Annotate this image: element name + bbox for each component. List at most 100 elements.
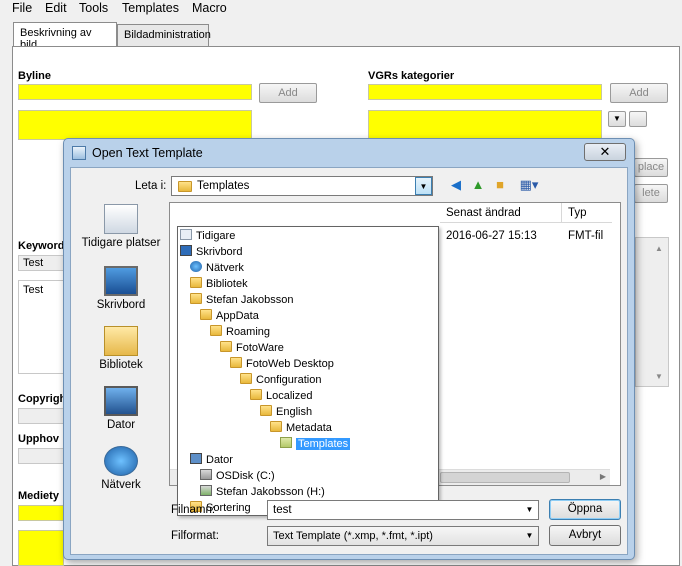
tree-item-appdata[interactable]: AppData xyxy=(200,308,259,324)
tree-label: FotoWare xyxy=(236,342,284,354)
replace-button[interactable]: place xyxy=(634,158,668,177)
filename-value[interactable]: test xyxy=(273,504,292,516)
chevron-down-icon[interactable]: ▼ xyxy=(521,527,538,545)
folder-icon xyxy=(220,341,232,352)
tree-label: Nätverk xyxy=(206,262,244,274)
menu-bar: File Edit Tools Templates Macro xyxy=(0,0,682,18)
copyright-input[interactable] xyxy=(18,408,64,424)
tree-item-fotoware[interactable]: FotoWare xyxy=(220,340,284,356)
mediety-label: Mediety xyxy=(18,490,59,502)
computer-icon xyxy=(190,453,202,464)
tree-item-libraries[interactable]: Bibliotek xyxy=(190,276,248,292)
place-label: Nätverk xyxy=(101,479,141,491)
tree-item-osdisk[interactable]: OSDisk (C:) xyxy=(200,468,275,484)
tree-item-network[interactable]: Nätverk xyxy=(190,260,244,276)
open-folder-icon xyxy=(280,437,292,448)
upphov-input[interactable] xyxy=(18,448,64,464)
vgr-doc-icon[interactable] xyxy=(629,111,647,127)
delete-button[interactable]: lete xyxy=(634,184,668,203)
tree-item-english[interactable]: English xyxy=(260,404,312,420)
folder-icon xyxy=(270,421,282,432)
cancel-button[interactable]: Avbryt xyxy=(549,525,621,546)
format-value: Text Template (*.xmp, *.fmt, *.ipt) xyxy=(273,530,433,542)
tree-item-metadata[interactable]: Metadata xyxy=(270,420,332,436)
menu-templates[interactable]: Templates xyxy=(122,1,179,15)
keyword-input[interactable]: Test xyxy=(18,255,64,271)
byline-list[interactable] xyxy=(18,110,252,140)
view-menu-icon[interactable]: ▦▾ xyxy=(515,176,543,194)
tree-item-network-drive[interactable]: Stefan Jakobsson (H:) xyxy=(200,484,325,500)
close-icon[interactable]: ✕ xyxy=(584,143,626,161)
right-list[interactable] xyxy=(635,237,669,387)
place-computer[interactable]: Dator xyxy=(79,386,163,431)
chevron-down-icon[interactable]: ▼ xyxy=(521,501,538,519)
copyright-label: Copyrigh xyxy=(18,393,67,405)
col-type[interactable]: Typ xyxy=(562,203,612,223)
look-in-combo[interactable]: Templates ▼ xyxy=(171,176,433,196)
recent-places-icon xyxy=(180,229,192,240)
hard-drive-icon xyxy=(200,469,212,480)
tree-label: OSDisk (C:) xyxy=(216,470,275,482)
vgr-label: VGRs kategorier xyxy=(368,70,455,82)
mediety-list[interactable] xyxy=(18,530,64,566)
open-button[interactable]: Öppna xyxy=(549,499,621,520)
tree-item-recent[interactable]: Tidigare xyxy=(180,228,235,244)
place-desktop[interactable]: Skrivbord xyxy=(79,266,163,311)
new-folder-icon[interactable]: ■ xyxy=(491,176,509,194)
menu-edit[interactable]: Edit xyxy=(45,1,67,15)
folder-icon xyxy=(210,325,222,336)
dialog-app-icon xyxy=(72,146,86,160)
tree-item-fotoweb-desktop[interactable]: FotoWeb Desktop xyxy=(230,356,334,372)
open-template-dialog: Open Text Template ✕ Leta i: Templates ▼… xyxy=(63,138,635,560)
menu-macro[interactable]: Macro xyxy=(192,1,227,15)
vgr-dropdown-button[interactable]: ▼ xyxy=(608,111,626,127)
folder-icon xyxy=(260,405,272,416)
tree-item-templates[interactable]: Templates xyxy=(280,436,351,452)
folder-icon xyxy=(230,357,242,368)
scroll-up-icon[interactable]: ▲ xyxy=(655,244,663,253)
tree-label: Bibliotek xyxy=(206,278,248,290)
tree-label: Roaming xyxy=(226,326,271,338)
chevron-down-icon[interactable]: ▼ xyxy=(415,177,432,195)
folder-icon xyxy=(200,309,212,320)
folder-icon xyxy=(240,373,252,384)
back-icon[interactable]: ◀ xyxy=(447,176,465,194)
tree-item-configuration[interactable]: Configuration xyxy=(240,372,321,388)
tree-item-desktop[interactable]: Skrivbord xyxy=(180,244,242,260)
mediety-input[interactable] xyxy=(18,505,64,521)
place-libraries[interactable]: Bibliotek xyxy=(79,326,163,371)
tab-bildadministration[interactable]: Bildadministration xyxy=(117,24,211,46)
format-select[interactable]: Text Template (*.xmp, *.fmt, *.ipt) ▼ xyxy=(267,526,539,546)
scrollbar-thumb[interactable] xyxy=(440,472,570,483)
tree-item-user[interactable]: Stefan Jakobsson xyxy=(190,292,293,308)
vgr-add-button[interactable]: Add xyxy=(610,83,668,103)
byline-add-button[interactable]: Add xyxy=(259,83,317,103)
scroll-down-icon[interactable]: ▼ xyxy=(655,372,663,381)
vgr-input[interactable] xyxy=(368,84,602,100)
tree-label: Stefan Jakobsson xyxy=(206,294,294,306)
computer-icon xyxy=(104,386,138,416)
byline-input[interactable] xyxy=(18,84,252,100)
libraries-icon xyxy=(104,326,138,356)
menu-tools[interactable]: Tools xyxy=(79,1,108,15)
place-network[interactable]: Nätverk xyxy=(79,446,163,491)
vgr-list[interactable] xyxy=(368,110,602,140)
tree-item-localized[interactable]: Localized xyxy=(250,388,312,404)
dialog-body: Leta i: Templates ▼ ◀ ▲ ■ ▦▾ Tidigare pl… xyxy=(70,167,628,555)
look-in-dropdown[interactable]: Tidigare Skrivbord Nätverk Bibliotek Ste… xyxy=(177,226,439,516)
place-label: Skrivbord xyxy=(96,299,146,311)
col-modified[interactable]: Senast ändrad xyxy=(440,203,562,223)
format-label: Filformat: xyxy=(171,530,219,542)
up-folder-icon[interactable]: ▲ xyxy=(469,176,487,194)
place-recent[interactable]: Tidigare platser xyxy=(79,204,163,249)
keyword-list[interactable]: Test xyxy=(18,280,64,374)
tree-item-roaming[interactable]: Roaming xyxy=(210,324,270,340)
scroll-right-icon[interactable]: ▶ xyxy=(600,472,606,481)
nav-toolbar: ◀ ▲ ■ ▦▾ xyxy=(447,176,547,194)
tree-item-computer[interactable]: Dator xyxy=(190,452,233,468)
menu-file[interactable]: File xyxy=(12,1,32,15)
tree-label: Localized xyxy=(266,390,313,402)
tab-strip: Beskrivning av bild Bildadministration xyxy=(0,22,682,51)
filename-combo[interactable]: test ▼ xyxy=(267,500,539,520)
tab-beskrivning[interactable]: Beskrivning av bild xyxy=(13,22,117,51)
